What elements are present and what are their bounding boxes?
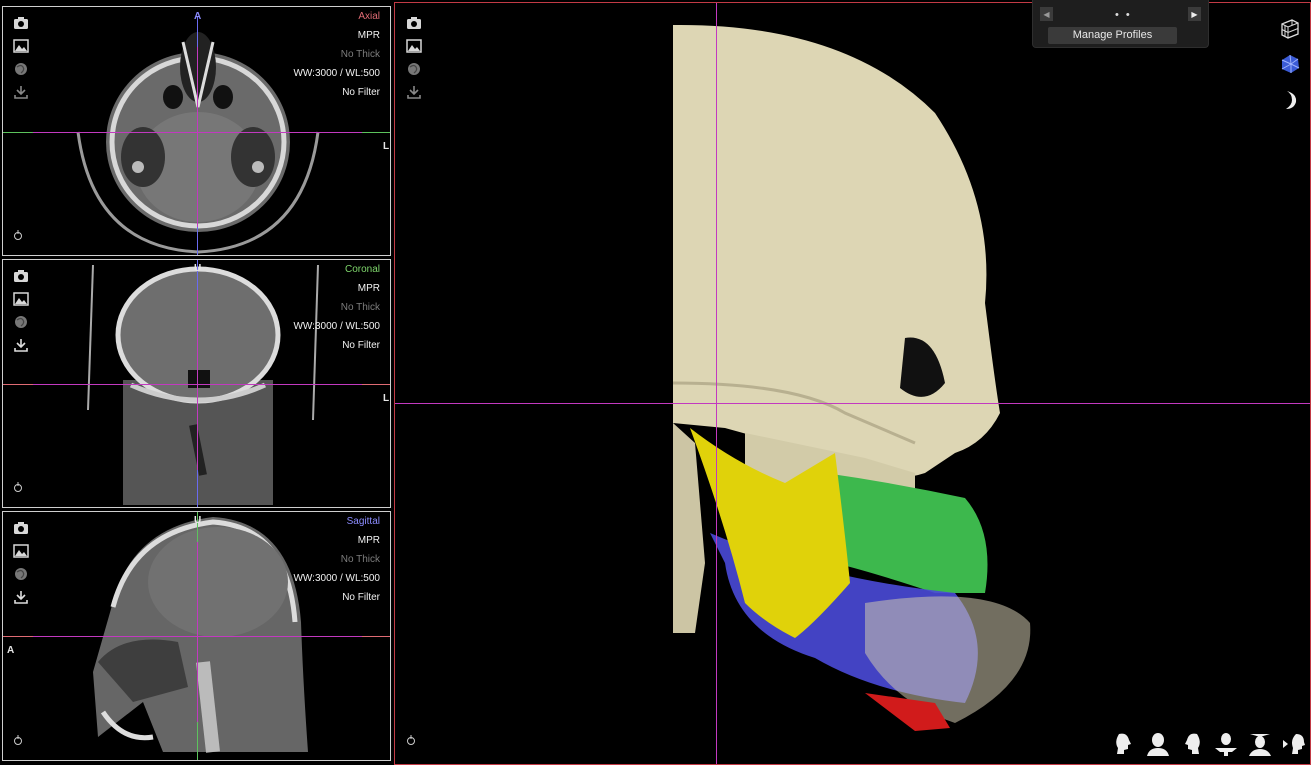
profile-page-dots: • •: [1115, 9, 1132, 21]
reset-orientation-icon[interactable]: [405, 734, 417, 746]
coronal-marker-up: U: [194, 263, 202, 274]
axial-toolbar: [12, 15, 32, 107]
view-presets: [1110, 730, 1308, 758]
coronal-window-level: WW:3000 / WL:500: [293, 321, 380, 332]
profile-prev-button[interactable]: ◀: [1040, 7, 1053, 21]
coronal-crosshair-h-right-handle[interactable]: [362, 384, 390, 385]
coronal-viewport[interactable]: Coronal MPR No Thick WW:3000 / WL:500 No…: [2, 259, 391, 508]
sagittal-toolbar: [12, 520, 32, 612]
manage-profiles-button[interactable]: Manage Profiles: [1048, 27, 1177, 44]
image-icon[interactable]: [12, 543, 30, 559]
sagittal-window-level: WW:3000 / WL:500: [293, 573, 380, 584]
image-icon[interactable]: [405, 38, 423, 54]
axial-thickness: No Thick: [340, 49, 380, 60]
3d-toolbar: [405, 15, 425, 107]
sagittal-crosshair-v[interactable]: [197, 542, 198, 722]
sagittal-view-label: Sagittal: [346, 516, 380, 527]
head-left-profile-icon[interactable]: [1110, 730, 1138, 758]
axial-crosshair-v[interactable]: [197, 47, 198, 227]
coronal-crosshair-h-left-handle[interactable]: [3, 384, 33, 385]
render-mode-toolbar: [1278, 16, 1304, 124]
3d-skull-render: [672, 24, 1031, 731]
3d-crosshair-h[interactable]: [395, 403, 1310, 404]
coronal-marker-left: L: [383, 393, 390, 404]
sagittal-crosshair-h-left-handle[interactable]: [3, 636, 33, 637]
camera-icon[interactable]: [405, 15, 423, 31]
axial-marker-left: L: [383, 141, 390, 152]
camera-icon[interactable]: [12, 268, 30, 284]
axial-filter: No Filter: [342, 87, 380, 98]
head-rotate-icon[interactable]: [1280, 730, 1308, 758]
globe-icon[interactable]: [12, 61, 30, 77]
camera-icon[interactable]: [12, 520, 30, 536]
profile-next-button[interactable]: ▶: [1188, 7, 1201, 21]
sagittal-viewport[interactable]: Sagittal MPR No Thick WW:3000 / WL:500 N…: [2, 511, 391, 761]
3d-crosshair-v[interactable]: [716, 3, 717, 764]
sagittal-marker-up: U: [194, 515, 202, 526]
coronal-view-label: Coronal: [344, 264, 380, 275]
axial-marker-anterior: A: [194, 11, 202, 22]
coronal-mode: MPR: [357, 283, 380, 294]
coronal-toolbar: [12, 268, 32, 360]
coronal-filter: No Filter: [342, 340, 380, 351]
coronal-thickness: No Thick: [340, 302, 380, 313]
3d-viewport[interactable]: [394, 2, 1311, 765]
volume-grid-icon[interactable]: [1278, 16, 1302, 40]
crescent-icon[interactable]: [1278, 88, 1302, 112]
image-icon[interactable]: [12, 38, 30, 54]
reset-orientation-icon[interactable]: [12, 481, 24, 493]
sagittal-filter: No Filter: [342, 592, 380, 603]
head-bottom-icon[interactable]: [1212, 730, 1240, 758]
camera-icon[interactable]: [12, 15, 30, 31]
globe-icon[interactable]: [12, 314, 30, 330]
sagittal-crosshair-h-right-handle[interactable]: [362, 636, 390, 637]
reset-orientation-icon[interactable]: [12, 734, 24, 746]
download-icon[interactable]: [12, 589, 30, 605]
head-right-profile-icon[interactable]: [1178, 730, 1206, 758]
axial-viewport[interactable]: Axial MPR No Thick WW:3000 / WL:500 No F…: [2, 6, 391, 256]
coronal-crosshair-v[interactable]: [197, 290, 198, 470]
sagittal-marker-anterior: A: [7, 645, 15, 656]
head-front-icon[interactable]: [1144, 730, 1172, 758]
axial-crosshair-h-left-handle[interactable]: [3, 132, 33, 133]
sagittal-thickness: No Thick: [340, 554, 380, 565]
download-icon[interactable]: [405, 84, 423, 100]
profiles-panel: ◀ • • ▶ Manage Profiles: [1032, 0, 1209, 48]
globe-icon[interactable]: [405, 61, 423, 77]
segmentation-icon[interactable]: [1278, 52, 1302, 76]
axial-mode: MPR: [357, 30, 380, 41]
axial-view-label: Axial: [358, 11, 380, 22]
globe-icon[interactable]: [12, 566, 30, 582]
download-icon[interactable]: [12, 84, 30, 100]
image-icon[interactable]: [12, 291, 30, 307]
axial-window-level: WW:3000 / WL:500: [293, 68, 380, 79]
reset-orientation-icon[interactable]: [12, 229, 24, 241]
sagittal-mode: MPR: [357, 535, 380, 546]
axial-crosshair-h-right-handle[interactable]: [362, 132, 390, 133]
download-icon[interactable]: [12, 337, 30, 353]
head-top-icon[interactable]: [1246, 730, 1274, 758]
